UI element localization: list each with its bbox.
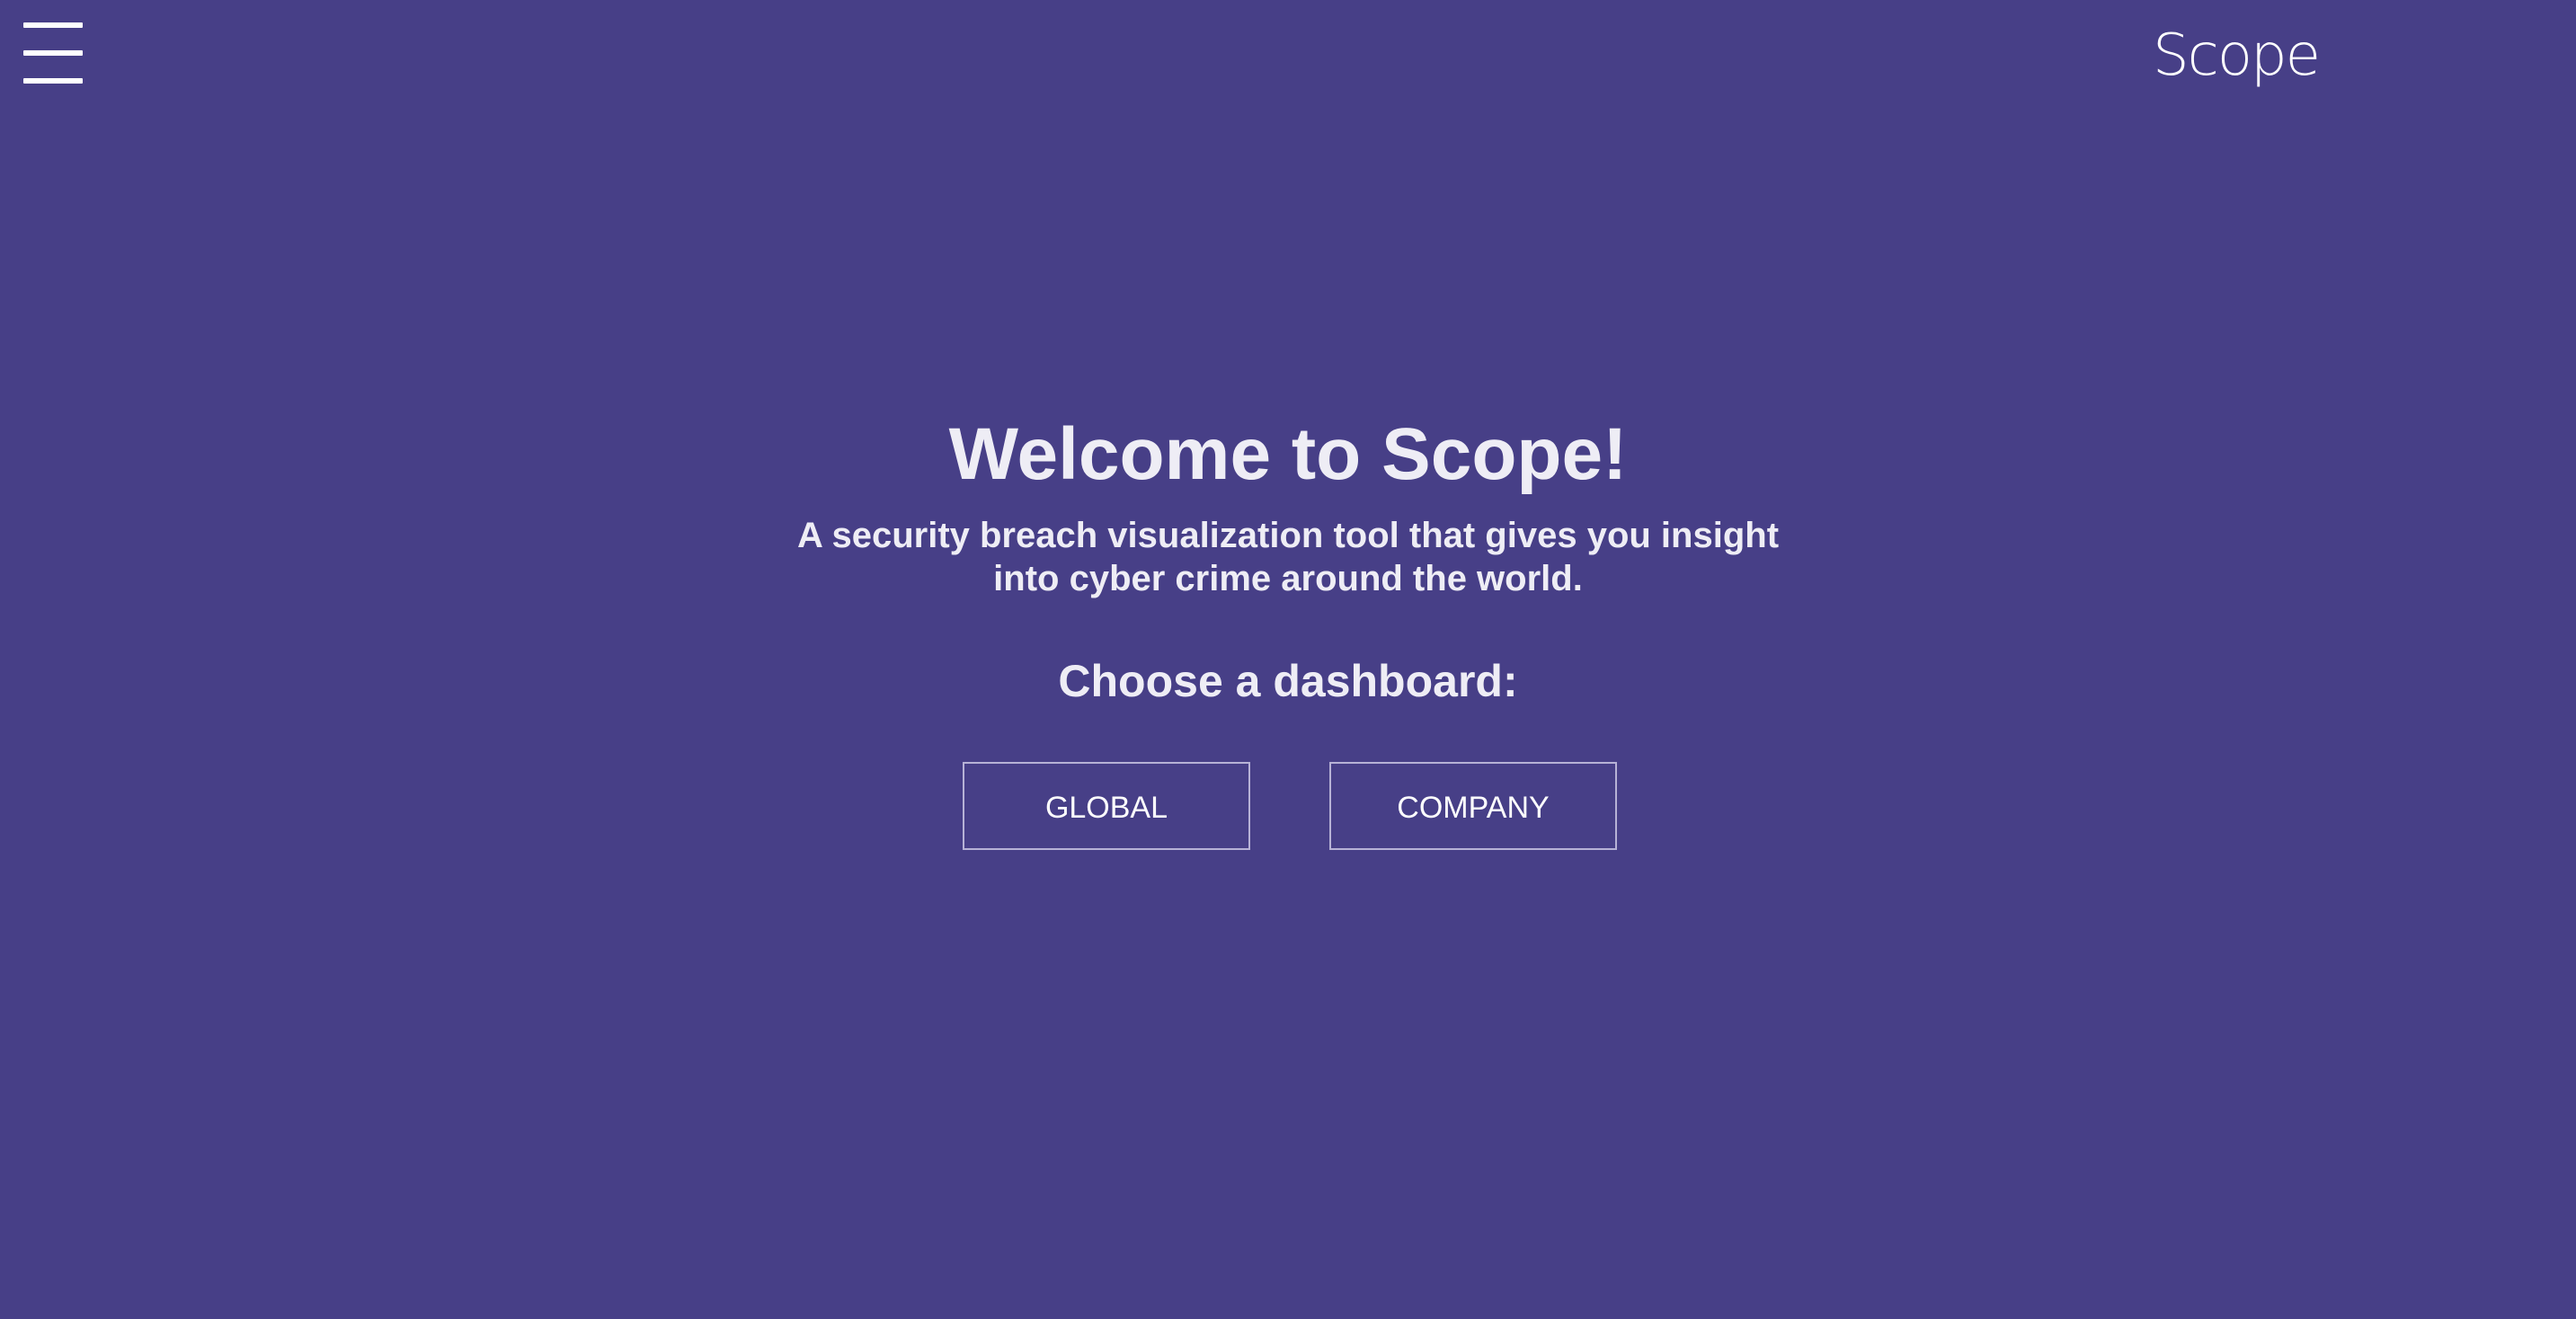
choose-dashboard-heading: Choose a dashboard:: [1058, 656, 1518, 706]
scope-logo[interactable]: Scope: [2153, 27, 2321, 94]
logo-text: Scope: [2153, 22, 2321, 89]
global-dashboard-button[interactable]: GLOBAL: [963, 762, 1250, 850]
menu-bar-bottom: [23, 78, 83, 84]
hamburger-menu-icon[interactable]: [23, 22, 83, 84]
page-subtitle: A security breach visualization tool tha…: [794, 514, 1782, 600]
subtitle-line-1: A security breach visualization tool tha…: [796, 516, 1780, 555]
company-dashboard-button[interactable]: COMPANY: [1329, 762, 1617, 850]
subtitle-line-2: into cyber crime around the world.: [993, 559, 1583, 598]
page-title: Welcome to Scope!: [948, 413, 1628, 495]
menu-bar-top: [23, 22, 83, 28]
menu-bar-middle: [23, 50, 83, 56]
